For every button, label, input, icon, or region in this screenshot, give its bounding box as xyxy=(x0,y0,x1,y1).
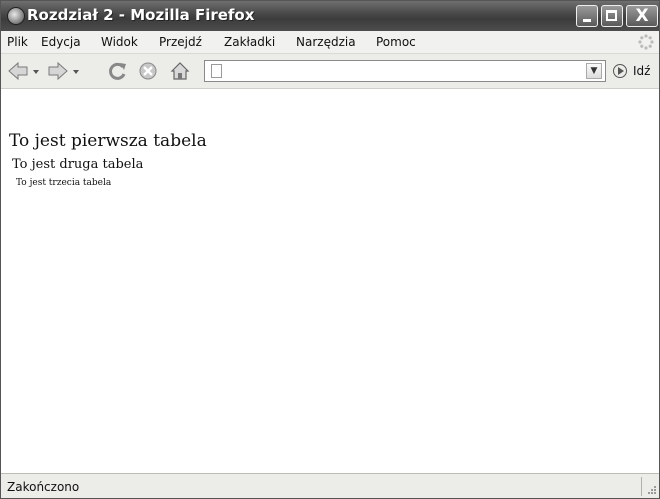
maximize-icon xyxy=(606,10,617,21)
minimize-button[interactable] xyxy=(576,5,598,27)
page-content: To jest pierwsza tabela To jest druga ta… xyxy=(1,89,659,471)
table-1-text: To jest pierwsza tabela xyxy=(9,131,207,151)
menu-item-pomoc[interactable]: Pomoc xyxy=(376,35,416,49)
menu-bar: Plik Edycja Widok Przejdź Zakładki Narzę… xyxy=(1,31,659,54)
browser-window: Rozdział 2 - Mozilla Firefox X Plik Edyc… xyxy=(0,0,660,499)
menu-item-zakladki[interactable]: Zakładki xyxy=(224,35,275,49)
address-bar[interactable] xyxy=(204,60,606,82)
status-divider xyxy=(641,477,642,496)
maximize-button[interactable] xyxy=(601,5,623,27)
status-bar: Zakończono xyxy=(1,473,659,498)
reload-icon[interactable] xyxy=(107,61,129,81)
page-icon xyxy=(211,64,222,78)
menu-item-plik[interactable]: Plik xyxy=(7,35,28,49)
title-bar[interactable]: Rozdział 2 - Mozilla Firefox X xyxy=(1,1,659,31)
navigation-toolbar: ▼ Idź xyxy=(1,54,659,89)
menu-item-przejdz[interactable]: Przejdź xyxy=(159,35,202,49)
minimize-icon xyxy=(583,19,591,22)
close-button[interactable]: X xyxy=(626,5,658,27)
throbber-icon xyxy=(638,34,654,50)
table-3-text: To jest trzecia tabela xyxy=(16,178,112,188)
resize-grip-icon[interactable] xyxy=(646,484,657,495)
close-icon: X xyxy=(635,6,649,26)
go-icon[interactable] xyxy=(613,64,627,78)
status-text: Zakończono xyxy=(7,480,80,494)
home-icon[interactable] xyxy=(169,61,191,81)
menu-item-widok[interactable]: Widok xyxy=(101,35,138,49)
stop-icon[interactable] xyxy=(137,61,159,81)
window-title: Rozdział 2 - Mozilla Firefox xyxy=(27,6,255,24)
firefox-app-icon[interactable] xyxy=(7,7,25,25)
go-button-label[interactable]: Idź xyxy=(633,64,650,78)
menu-item-narzedzia[interactable]: Narzędzia xyxy=(296,35,356,49)
menu-item-edycja[interactable]: Edycja xyxy=(41,35,81,49)
forward-arrow-icon[interactable] xyxy=(47,61,81,81)
table-2-text: To jest druga tabela xyxy=(12,157,144,172)
back-arrow-icon[interactable] xyxy=(7,61,41,81)
address-dropdown-button[interactable]: ▼ xyxy=(586,63,602,79)
